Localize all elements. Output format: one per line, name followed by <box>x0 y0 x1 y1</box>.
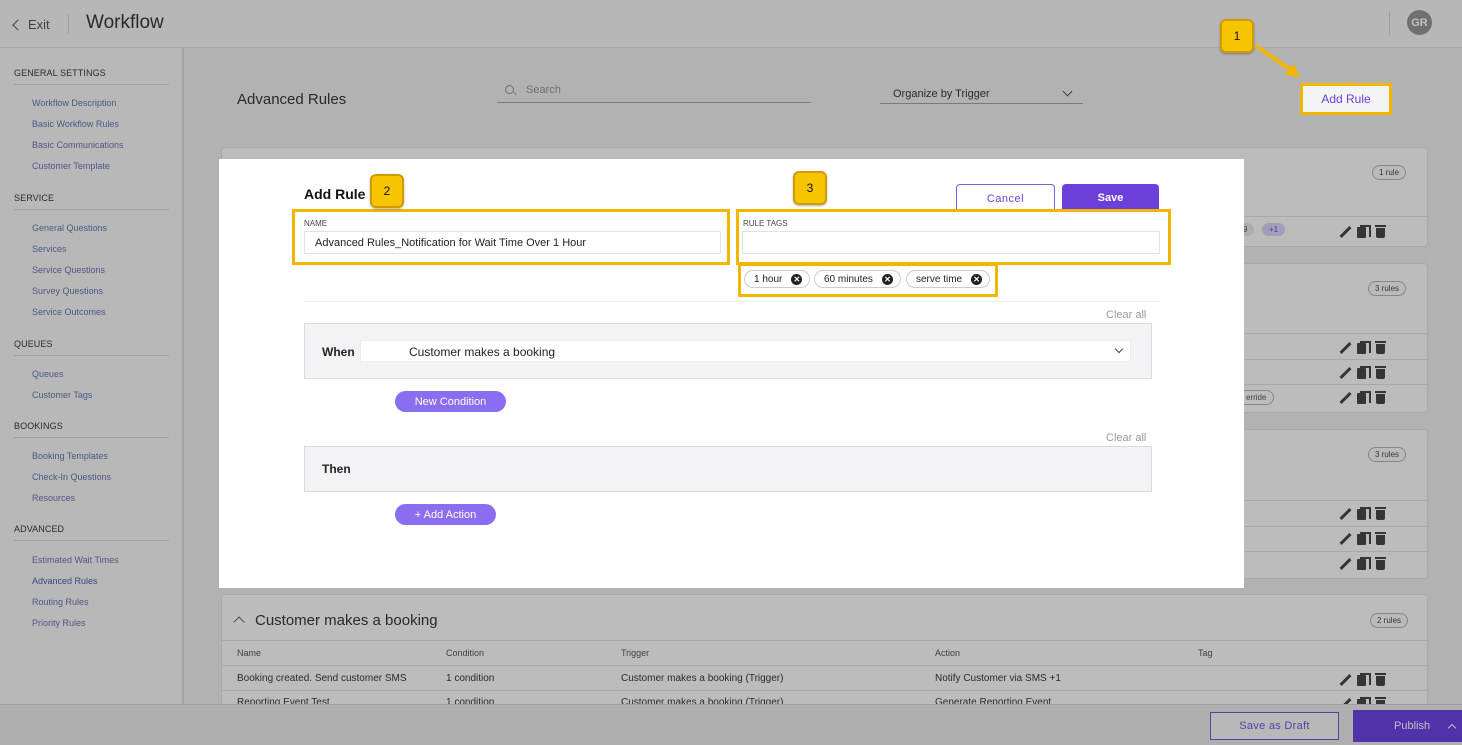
clear-all-actions-link[interactable]: Clear all <box>1106 432 1146 444</box>
divider <box>304 301 1160 302</box>
highlight-box <box>736 209 1171 265</box>
new-condition-button[interactable]: New Condition <box>395 391 506 412</box>
highlight-box <box>292 209 730 265</box>
chevron-down-icon <box>1114 344 1124 354</box>
callout-badge: 2 <box>370 174 404 208</box>
trigger-value: Customer makes a booking <box>409 345 556 359</box>
add-rule-button[interactable]: Add Rule <box>1300 83 1392 115</box>
arrow-icon <box>1254 44 1300 78</box>
highlight-box <box>738 263 998 297</box>
then-section <box>304 446 1152 492</box>
trigger-select[interactable]: Customer makes a booking <box>360 340 1131 362</box>
when-label: When <box>322 345 355 359</box>
then-label: Then <box>322 462 351 476</box>
callout-badge: 1 <box>1220 19 1254 53</box>
cancel-button[interactable]: Cancel <box>956 184 1055 212</box>
dialog-title: Add Rule <box>304 186 366 202</box>
add-action-button[interactable]: + Add Action <box>395 504 496 525</box>
callout-badge: 3 <box>793 171 827 205</box>
clear-all-conditions-link[interactable]: Clear all <box>1106 309 1146 321</box>
save-button[interactable]: Save <box>1062 184 1159 212</box>
